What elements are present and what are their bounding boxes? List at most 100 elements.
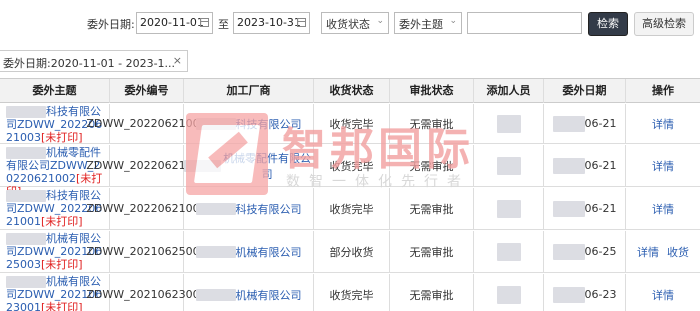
redacted-block [6,147,46,159]
redacted-block [496,199,521,218]
unprinted-badge: [未打印] [41,215,83,228]
receive-status: 收货完毕 [314,274,390,311]
table-row: 机械零配件有限公司ZDWW_20220621002[未打印] ZDWW_2022… [0,145,700,198]
chevron-down-icon: ⌄ [449,16,457,26]
table-header: 委外主题 委外编号 加工厂商 收货状态 审批状态 添加人员 委外日期 操作 [0,79,700,103]
creator-cell [474,231,544,272]
advanced-search-button[interactable]: 高级检索 [634,12,694,36]
creator-cell [474,274,544,311]
date-start-input[interactable]: 2020-11-01 [136,12,213,34]
date-value: 06-21 [584,202,617,215]
unprinted-badge: [未打印] [41,258,83,271]
close-icon[interactable]: × [173,54,182,67]
filter-tag-label: 委外日期:2020-11-01 - 2023-1... [3,57,176,70]
col-theme: 委外主题 [0,79,110,103]
col-approve-status: 审批状态 [390,79,474,103]
date-cell: 06-25 [544,231,626,272]
factory-cell[interactable]: 机械有限公司 [184,231,314,272]
factory-link[interactable]: 科技有限公司 [236,116,302,132]
col-date: 委外日期 [544,79,626,103]
code-cell: ZDWW_20220621002 [86,145,207,186]
receive-status: 收货完毕 [314,145,390,186]
actions-cell: 详情 [626,188,700,229]
redacted-block [552,200,585,217]
factory-cell[interactable]: 科技有限公司 [184,104,314,143]
detail-link[interactable]: 详情 [652,158,674,174]
date-value: 06-23 [584,288,617,301]
date-value: 06-25 [584,245,617,258]
calendar-icon[interactable] [297,18,306,27]
redacted-block [6,233,46,245]
chevron-down-icon: ⌄ [376,16,384,26]
col-actions: 操作 [652,84,674,97]
code-cell: ZDWW_20220621001 [86,188,207,229]
detail-link[interactable]: 详情 [637,244,659,260]
table-row: 科技有限公司ZDWW_20220621001[未打印] ZDWW_2022062… [0,188,700,230]
factory-cell[interactable]: 机械零配件有限公司 [184,145,314,186]
date-cell: 06-21 [544,188,626,229]
factory-cell[interactable]: 科技有限公司 [184,188,314,229]
detail-link[interactable]: 详情 [652,116,674,132]
receive-status: 收货完毕 [314,188,390,229]
col-code: 委外编号 [110,79,184,103]
theme-select-value: 委外主题 [399,18,443,31]
date-cell: 06-21 [544,104,626,143]
creator-cell [474,104,544,143]
redacted-block [496,156,521,175]
redacted-block [552,157,585,174]
table-row: 科技有限公司ZDWW_20220621003[未打印] ZDWW_2022062… [0,104,700,144]
approve-status: 无需审批 [390,188,474,229]
table-row: 机械有限公司ZDWW_20210623001[未打印] ZDWW_2021062… [0,274,700,311]
actions-cell: 详情 收货 [626,231,700,272]
factory-link[interactable]: 机械有限公司 [236,244,302,260]
table-row: 机械有限公司ZDWW_20210625003[未打印] ZDWW_2021062… [0,231,700,273]
redacted-block [552,115,585,132]
col-creator: 添加人员 [474,79,544,103]
factory-link[interactable]: 科技有限公司 [236,201,302,217]
factory-link[interactable]: 机械零配件有限公司 [221,150,313,182]
detail-link[interactable]: 详情 [652,201,674,217]
search-input[interactable] [467,12,582,34]
code-cell: ZDWW_20210623001 [86,274,207,311]
date-end-value: 2023-10-31 [237,16,301,29]
detail-link[interactable]: 详情 [652,287,674,303]
theme-select[interactable]: 委外主题 ⌄ [394,12,462,34]
factory-link[interactable]: 机械有限公司 [236,287,302,303]
date-value: 06-21 [584,159,617,172]
unprinted-badge: [未打印] [41,131,83,144]
date-value: 06-21 [584,117,617,130]
redacted-block [496,285,521,304]
redacted-block [552,286,585,303]
redacted-block [195,288,236,301]
receive-status-select[interactable]: 收货状态 ⌄ [321,12,389,34]
creator-cell [474,145,544,186]
receive-link[interactable]: 收货 [667,244,689,260]
search-button[interactable]: 检索 [588,12,628,36]
receive-status: 部分收货 [314,231,390,272]
redacted-block [496,242,521,261]
redacted-block [195,245,236,258]
redacted-block [552,243,585,260]
date-end-input[interactable]: 2023-10-31 [233,12,310,34]
redacted-block [496,114,521,133]
redacted-block [6,190,46,202]
approve-status: 无需审批 [390,231,474,272]
factory-cell[interactable]: 机械有限公司 [184,274,314,311]
redacted-block [6,106,46,118]
calendar-icon[interactable] [200,18,209,27]
code-cell: ZDWW_20220621003 [86,104,207,143]
date-separator: 至 [218,18,229,31]
approve-status: 无需审批 [390,274,474,311]
redacted-block [6,276,46,288]
creator-cell [474,188,544,229]
actions-cell: 详情 [626,145,700,186]
approve-status: 无需审批 [390,104,474,143]
col-receive-status: 收货状态 [314,79,390,103]
actions-cell: 详情 [626,274,700,311]
unprinted-badge: [未打印] [41,301,83,311]
redacted-block [184,159,222,172]
filter-bar: 委外日期: 2020-11-01 至 2023-10-31 收货状态 ⌄ 委外主… [0,0,700,48]
receive-status: 收货完毕 [314,104,390,143]
actions-cell: 详情 [626,104,700,143]
date-label: 委外日期: [87,18,135,31]
